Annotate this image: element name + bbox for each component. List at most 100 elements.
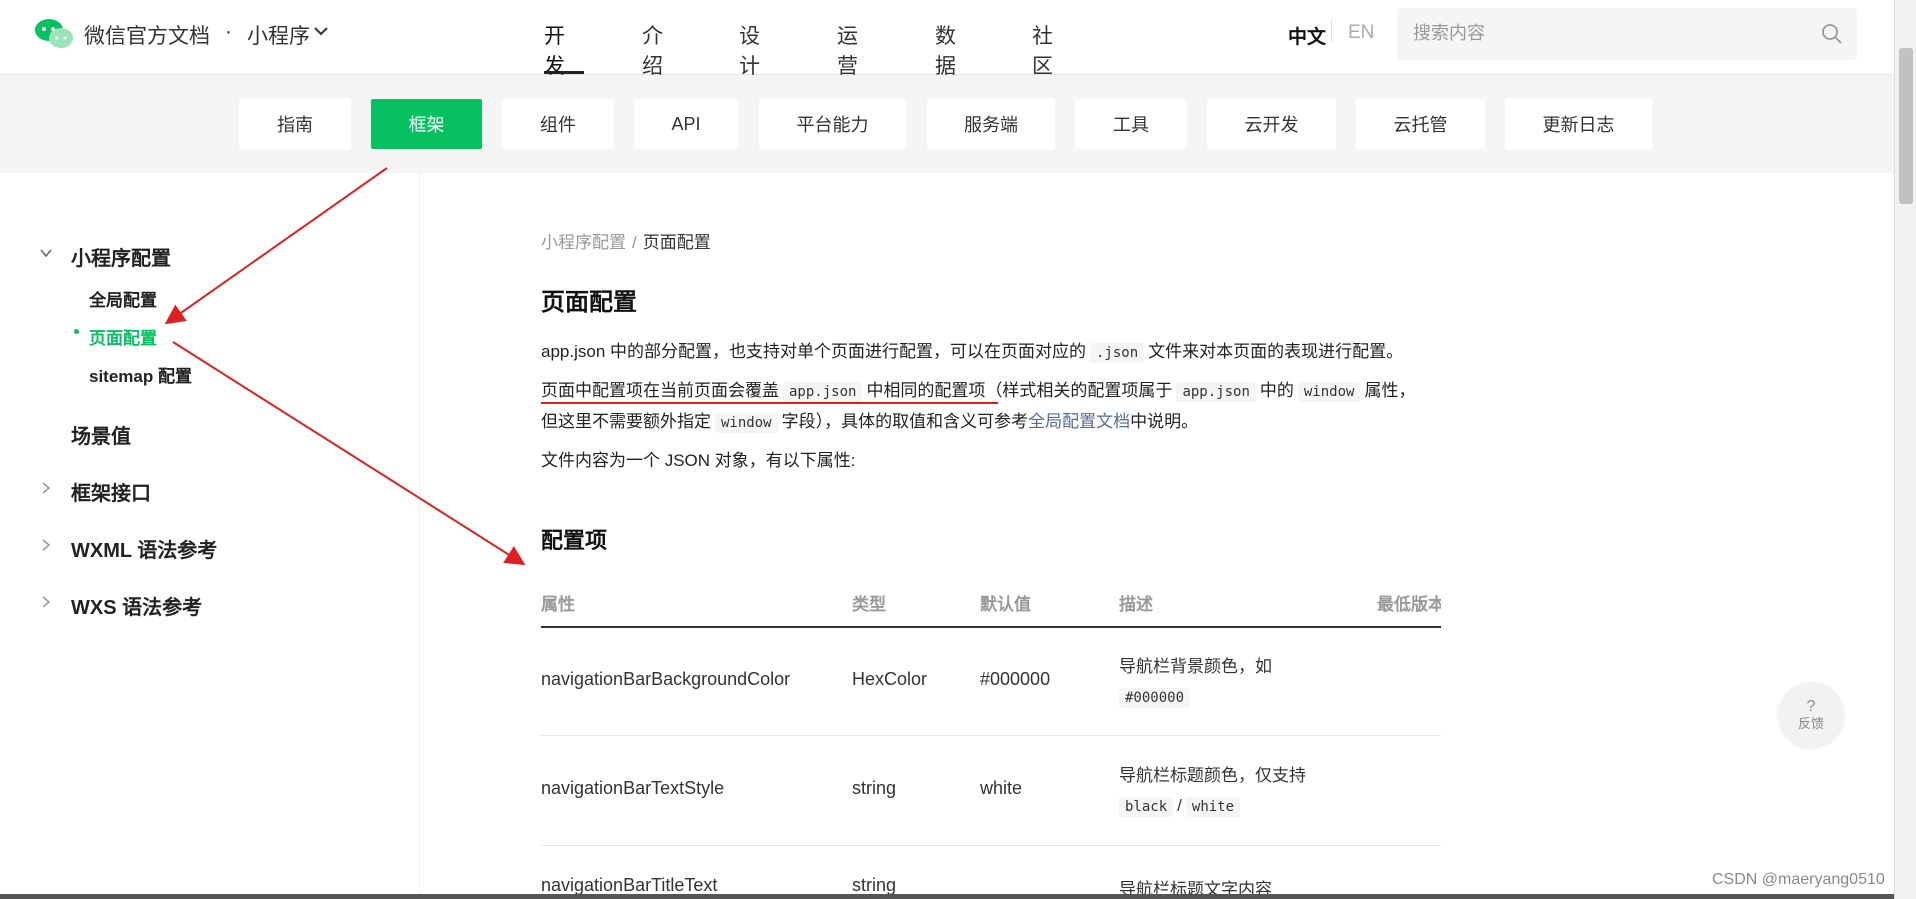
chevron-right-icon[interactable] <box>40 596 52 608</box>
chevron-right-icon[interactable] <box>40 539 52 551</box>
sidebar-section-mp-config[interactable]: 小程序配置 <box>71 242 171 271</box>
p2-text-a: 页面中配置项在当前页面会覆盖 <box>541 381 779 400</box>
subnav-platform[interactable]: 平台能力 <box>759 99 906 149</box>
p2-text-d: 中的 <box>1259 381 1294 400</box>
subnav-cloud-hosting[interactable]: 云托管 <box>1356 99 1485 149</box>
subnav-components[interactable]: 组件 <box>502 99 614 149</box>
nav-active-indicator <box>544 71 584 74</box>
breadcrumb-parent[interactable]: 小程序配置 <box>541 233 626 252</box>
cell-type: string <box>852 875 897 895</box>
cell-default: white <box>980 778 1023 798</box>
question-icon: ? <box>1806 698 1816 715</box>
page-scrollbar[interactable] <box>1894 0 1916 899</box>
nav-operations[interactable]: 运营 <box>837 20 858 80</box>
search-input[interactable] <box>1411 22 1795 45</box>
desc-text: 导航栏标题颜色，仅支持 <box>1119 766 1306 785</box>
nav-design[interactable]: 设计 <box>739 20 760 80</box>
th-type: 类型 <box>852 595 886 614</box>
scrollbar-thumb[interactable] <box>1899 48 1913 204</box>
subnav-guide[interactable]: 指南 <box>239 99 351 149</box>
nav-data[interactable]: 数据 <box>935 20 956 80</box>
p3-text-c: 中说明。 <box>1130 412 1199 431</box>
top-header: 微信官方文档 · 小程序 开发 介绍 设计 运营 数据 社区 中文 EN <box>0 0 1894 78</box>
nav-intro[interactable]: 介绍 <box>642 20 663 80</box>
feedback-label: 反馈 <box>1797 716 1824 731</box>
lang-divider <box>1331 20 1332 42</box>
table-header: 属性 类型 默认值 描述 最低版本 <box>541 586 1441 628</box>
brand-title[interactable]: 微信官方文档 <box>84 20 210 50</box>
intro-paragraph-4: 文件内容为一个 JSON 对象，有以下属性: <box>541 451 856 470</box>
table-row: navigationBarTitleText string 导航栏标题文字内容 <box>541 846 1441 899</box>
th-default: 默认值 <box>980 595 1031 614</box>
brand-separator: · <box>225 20 232 43</box>
active-indicator-dot <box>74 329 79 334</box>
p1-code: .json <box>1090 343 1145 363</box>
section-title-config-items: 配置项 <box>541 528 608 553</box>
p2-code-1: app.json <box>783 382 863 402</box>
lang-zh[interactable]: 中文 <box>1288 22 1326 49</box>
p2-code-3: window <box>1297 382 1361 402</box>
breadcrumb: 小程序配置 / 页面配置 <box>541 228 711 253</box>
page-title: 页面配置 <box>541 289 637 316</box>
lang-en[interactable]: EN <box>1348 22 1374 44</box>
cell-description: 导航栏标题颜色，仅支持 black / white <box>1119 761 1306 822</box>
search-box[interactable] <box>1397 8 1857 60</box>
annotation-underline <box>541 402 998 404</box>
p3-text-a: 但这里不需要额外指定 <box>541 412 711 431</box>
cell-description: 导航栏背景颜色，如 #000000 <box>1119 652 1272 713</box>
global-config-link[interactable]: 全局配置文档 <box>1028 412 1130 431</box>
cell-property: navigationBarBackgroundColor <box>541 669 791 689</box>
p3-code: window <box>715 413 778 433</box>
chevron-down-icon[interactable] <box>314 26 328 36</box>
p2-text-c: （样式相关的配置项属于 <box>985 381 1173 400</box>
feedback-button[interactable]: ? 反馈 <box>1778 682 1844 748</box>
desc-code-black: black <box>1119 797 1174 817</box>
table-row: navigationBarBackgroundColor HexColor #0… <box>541 628 1441 736</box>
p3-text-b: 字段），具体的取值和含义可参考 <box>781 412 1029 431</box>
subnav-server[interactable]: 服务端 <box>927 99 1055 149</box>
sidebar-item-wxml-ref[interactable]: WXML 语法参考 <box>71 534 217 563</box>
cell-default: #000000 <box>980 669 1051 689</box>
p2-text-b: 中相同的配置项 <box>866 381 986 400</box>
sidebar-item-sitemap-config[interactable]: sitemap 配置 <box>89 362 192 387</box>
intro-paragraph-1: app.json 中的部分配置，也支持对单个页面进行配置，可以在页面对应的 .js… <box>541 336 1403 369</box>
p1-text-a: app.json 中的部分配置，也支持对单个页面进行配置，可以在页面对应的 <box>541 342 1086 361</box>
desc-code: #000000 <box>1119 688 1191 708</box>
product-switcher[interactable]: 小程序 <box>247 20 310 50</box>
breadcrumb-separator: / <box>632 233 637 252</box>
chevron-right-icon[interactable] <box>40 482 52 494</box>
th-property: 属性 <box>541 595 575 614</box>
subnav-changelog[interactable]: 更新日志 <box>1505 99 1652 149</box>
desc-separator: / <box>1177 796 1182 815</box>
nav-community[interactable]: 社区 <box>1032 20 1053 80</box>
intro-paragraph-3: 但这里不需要额外指定 window 字段），具体的取值和含义可参考全局配置文档中说明… <box>541 406 1198 439</box>
sidebar-item-global-config[interactable]: 全局配置 <box>89 286 157 311</box>
watermark: CSDN @maeryang0510 <box>1712 871 1885 888</box>
cell-type: HexColor <box>852 669 928 689</box>
bottom-edge <box>0 894 1894 899</box>
desc-code-white: white <box>1185 797 1241 817</box>
sidebar-item-wxs-ref[interactable]: WXS 语法参考 <box>71 591 202 620</box>
desc-text: 导航栏背景颜色，如 <box>1119 657 1272 676</box>
subnav-framework[interactable]: 框架 <box>371 99 482 149</box>
p2-code-2: app.json <box>1176 382 1256 402</box>
sidebar-item-scene-values[interactable]: 场景值 <box>71 420 131 449</box>
subnav-tools[interactable]: 工具 <box>1075 99 1187 149</box>
breadcrumb-current: 页面配置 <box>642 233 711 252</box>
wechat-logo-icon[interactable] <box>34 18 74 50</box>
sub-nav: 指南 框架 组件 API 平台能力 服务端 工具 云开发 云托管 更新日志 <box>0 75 1894 173</box>
p1-text-b: 文件来对本页面的表现进行配置。 <box>1148 342 1404 361</box>
search-icon[interactable] <box>1821 23 1843 45</box>
cell-type: string <box>852 778 897 798</box>
sidebar-item-framework-api[interactable]: 框架接口 <box>71 477 151 506</box>
chevron-down-icon[interactable] <box>40 247 52 259</box>
th-description: 描述 <box>1119 595 1153 614</box>
sidebar-divider <box>419 173 420 899</box>
subnav-cloud-dev[interactable]: 云开发 <box>1207 99 1336 149</box>
subnav-api[interactable]: API <box>634 99 738 149</box>
sidebar-item-page-config[interactable]: 页面配置 <box>89 324 157 349</box>
cell-property: navigationBarTitleText <box>541 875 718 895</box>
p2-text-e: 属性， <box>1364 381 1416 400</box>
cell-property: navigationBarTextStyle <box>541 778 725 798</box>
th-min-version: 最低版本 <box>1377 595 1441 614</box>
